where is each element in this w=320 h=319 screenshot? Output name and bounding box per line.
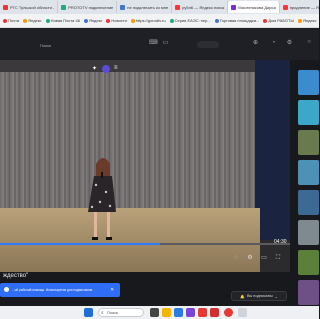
taskbar-search[interactable]: ⌕ Поиск xyxy=(98,308,144,317)
bookmark-label: Новая Почта 46 xyxy=(50,18,80,23)
tab-favicon-icon xyxy=(61,4,67,10)
keyboard-icon[interactable]: ⌨ xyxy=(149,40,158,47)
bookmark-item[interactable]: Дом РАБОТЫ xyxy=(263,18,294,23)
info-icon xyxy=(4,287,9,292)
bookmark-icon xyxy=(83,18,88,23)
upload-icon[interactable]: ⊕ xyxy=(252,40,259,47)
taskbar-search-label: Поиск xyxy=(107,310,119,315)
recommendation-thumbnail[interactable] xyxy=(298,160,319,185)
bookmark-label: Яндекс xyxy=(303,18,317,23)
bookmark-item[interactable]: Яндекс xyxy=(298,18,316,23)
settings-gear-icon[interactable]: ⚙ xyxy=(246,254,254,262)
bookmark-item[interactable]: https://gorodtv.ru xyxy=(130,18,166,23)
tab-label: не подключить ко мне xyxy=(127,4,169,10)
bookmark-item[interactable]: Серия ЕАЭС: пер... xyxy=(169,18,211,23)
bookmark-label: Торговая площадка... xyxy=(219,18,260,23)
bookmark-icon xyxy=(45,18,50,23)
bookmark-label: Яндекс xyxy=(28,18,42,23)
fullscreen-icon[interactable]: ⛶ xyxy=(274,254,282,262)
bookmark-icon xyxy=(106,18,111,23)
browser-tab[interactable]: РТС Тульской области - xyxy=(0,1,59,13)
bookmark-label: Новости xyxy=(111,18,127,23)
search-label[interactable]: Поиск xyxy=(40,43,51,48)
bookmark-icon xyxy=(214,18,219,23)
recommendation-thumbnail[interactable] xyxy=(298,220,319,245)
opera-icon[interactable] xyxy=(224,308,233,317)
notification-text: ...ой рабочий помощи. Используется для п… xyxy=(12,288,93,292)
bookmark-label: Яндекс xyxy=(88,18,103,23)
bookmark-icon xyxy=(3,18,7,23)
browser-tab[interactable]: продление — Яндекс поиск xyxy=(280,1,319,13)
tab-label: Масленикова Дарья xyxy=(238,4,276,10)
bookmark-icon xyxy=(298,18,303,23)
pip-icon[interactable]: ▭ xyxy=(260,254,268,262)
video-player[interactable] xyxy=(0,60,290,272)
bell-icon: 🔔 xyxy=(240,294,245,299)
tab-label: продление — Яндекс поиск xyxy=(289,4,319,10)
tab-label: PROTOTV подключение xyxy=(68,4,114,10)
notification-icon[interactable]: ◔ xyxy=(270,40,277,47)
bookmark-item[interactable]: Яндекс xyxy=(23,18,42,23)
recommendation-thumbnail[interactable] xyxy=(298,280,319,305)
browser-tab[interactable]: Масленикова Дарья xyxy=(228,1,280,13)
browser-tab[interactable]: не подключить ко мне xyxy=(117,1,173,13)
channel-avatar-icon[interactable] xyxy=(102,65,110,73)
bookmark-label: Дом РАБОТЫ xyxy=(268,18,295,23)
progress-fill xyxy=(0,243,160,245)
recommendation-thumbnail[interactable] xyxy=(298,130,319,155)
chevron-down-icon: ⌄ xyxy=(274,294,278,299)
start-icon[interactable] xyxy=(84,308,93,317)
bookmark-label: https://gorodtv.ru xyxy=(135,18,166,23)
video-frame xyxy=(0,60,290,272)
bookmark-item[interactable]: Новости xyxy=(106,18,127,23)
settings-icon[interactable]: ⚙ xyxy=(286,40,293,47)
bookmark-label: Серия ЕАЭС: пер... xyxy=(174,18,211,23)
explorer-icon[interactable] xyxy=(162,308,171,317)
search-icon: ⌕ xyxy=(101,310,104,315)
recommendation-thumbnail[interactable] xyxy=(298,250,319,275)
browser-tab[interactable]: ру5л6 — Яндекс.поиск xyxy=(172,1,229,13)
bookmark-icon xyxy=(263,18,268,23)
tab-favicon-icon xyxy=(282,4,288,10)
task-view-icon[interactable] xyxy=(150,308,159,317)
subtitle-icon[interactable]: ◌ xyxy=(232,254,240,262)
nav-pill[interactable] xyxy=(197,41,219,48)
misc-icon[interactable] xyxy=(238,308,247,317)
bookmark-icon xyxy=(130,18,135,23)
tab-label: РТС Тульской области - xyxy=(10,4,55,10)
account-icon[interactable]: ○ xyxy=(302,39,316,46)
view-icon[interactable]: ▭ xyxy=(162,40,169,47)
recommendation-thumbnail[interactable] xyxy=(298,100,319,125)
bookmark-icon xyxy=(23,18,28,23)
taskbar xyxy=(0,306,319,319)
browser-tab[interactable]: PROTOTV подключение xyxy=(58,1,118,13)
bookmark-item[interactable]: Яндекс xyxy=(83,18,103,23)
time-readout: 04:30 xyxy=(274,239,287,245)
tab-favicon-icon xyxy=(120,4,126,10)
menu-icon[interactable]: ≡ xyxy=(114,65,118,71)
recommendation-thumbnail[interactable] xyxy=(298,70,319,95)
share-icon[interactable]: ✦ xyxy=(92,65,97,72)
recommendation-thumbnail[interactable] xyxy=(298,190,319,215)
bookmark-label: Почта xyxy=(8,18,20,23)
subscribed-button[interactable]: 🔔 Вы подписаны ⌄ xyxy=(231,291,287,301)
tab-favicon-icon xyxy=(231,4,237,10)
bookmark-item[interactable]: Почта xyxy=(3,18,19,23)
tab-favicon-icon xyxy=(3,4,8,10)
bookmark-icon xyxy=(169,18,174,23)
browser-tab-bar: РТС Тульской области - PROTOTV подключени… xyxy=(0,0,319,14)
bookmark-item[interactable]: Торговая площадка... xyxy=(214,18,260,23)
tab-label: ру5л6 — Яндекс.поиск xyxy=(182,4,225,10)
close-icon[interactable]: ✕ xyxy=(110,287,114,293)
recommendations-sidebar xyxy=(296,60,319,305)
store-icon[interactable] xyxy=(186,308,195,317)
yandex-icon[interactable] xyxy=(210,308,219,317)
tab-favicon-icon xyxy=(175,4,181,10)
edge-icon[interactable] xyxy=(174,308,183,317)
bookmark-item[interactable]: Новая Почта 46 xyxy=(45,18,80,23)
subscribed-label: Вы подписаны xyxy=(246,294,273,298)
bookmarks-bar: Почта Яндекс Новая Почта 46 Яндекс Новости ht… xyxy=(0,14,319,28)
video-title: ждество" xyxy=(3,273,29,279)
app-icon[interactable] xyxy=(198,308,207,317)
